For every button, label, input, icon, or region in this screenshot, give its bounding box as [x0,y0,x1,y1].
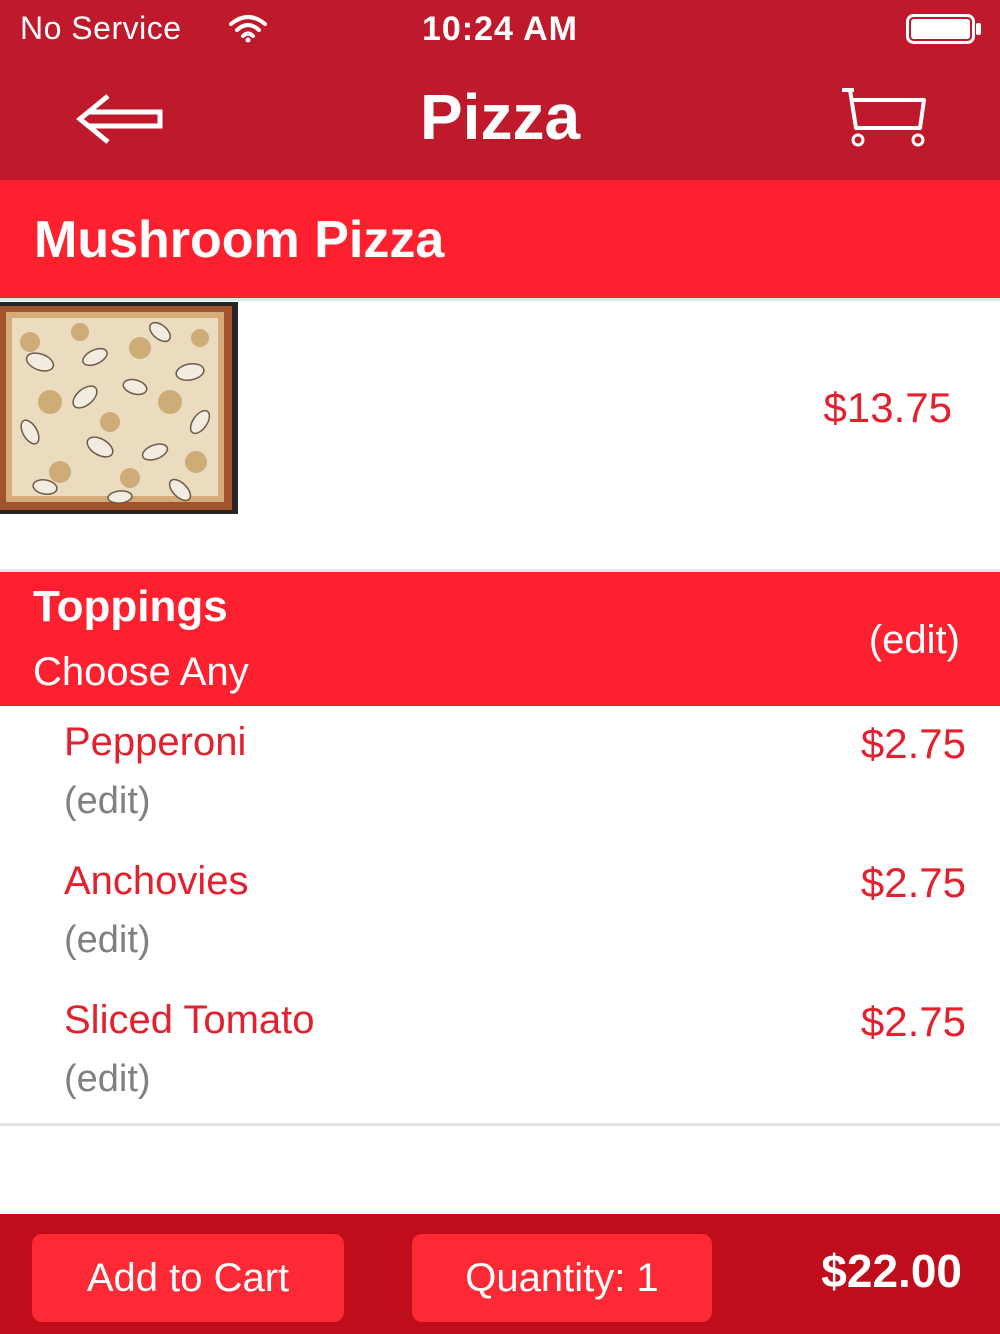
item-name: Mushroom Pizza [34,211,445,269]
topping-edit-link[interactable]: (edit) [64,919,151,962]
divider [0,298,1000,301]
toppings-subtitle: Choose Any [33,650,249,694]
topping-price: $2.75 [860,720,966,767]
bottom-action-bar: Add to Cart Quantity: 1 $22.00 [0,1214,1000,1334]
add-to-cart-button[interactable]: Add to Cart [32,1234,344,1322]
battery-icon [906,14,981,44]
shopping-cart-icon[interactable] [838,84,930,150]
topping-label: Sliced Tomato [64,998,315,1042]
pizza-image [0,302,238,514]
toppings-edit-link[interactable]: (edit) [869,618,960,663]
topping-row[interactable]: Sliced Tomato (edit) $2.75 [0,984,1000,1123]
item-header: Mushroom Pizza [0,180,1000,298]
topping-edit-link[interactable]: (edit) [64,1058,151,1101]
topping-label: Anchovies [64,859,249,903]
topping-price: $2.75 [860,859,966,906]
topping-row[interactable]: Pepperoni (edit) $2.75 [0,706,1000,845]
toppings-header: Toppings Choose Any (edit) [0,572,1000,706]
clock: 10:24 AM [421,10,579,48]
topping-edit-link[interactable]: (edit) [64,780,151,823]
quantity-button[interactable]: Quantity: 1 [412,1234,712,1322]
topping-price: $2.75 [860,998,966,1045]
order-total: $22.00 [821,1245,962,1297]
divider [0,1123,1000,1126]
topping-label: Pepperoni [64,720,247,764]
topping-row[interactable]: Anchovies (edit) $2.75 [0,845,1000,984]
toppings-title: Toppings [33,582,228,631]
nav-bar: Pizza [0,58,1000,180]
item-price: $13.75 [823,384,952,431]
status-bar: No Service 10:24 AM [0,0,1000,58]
